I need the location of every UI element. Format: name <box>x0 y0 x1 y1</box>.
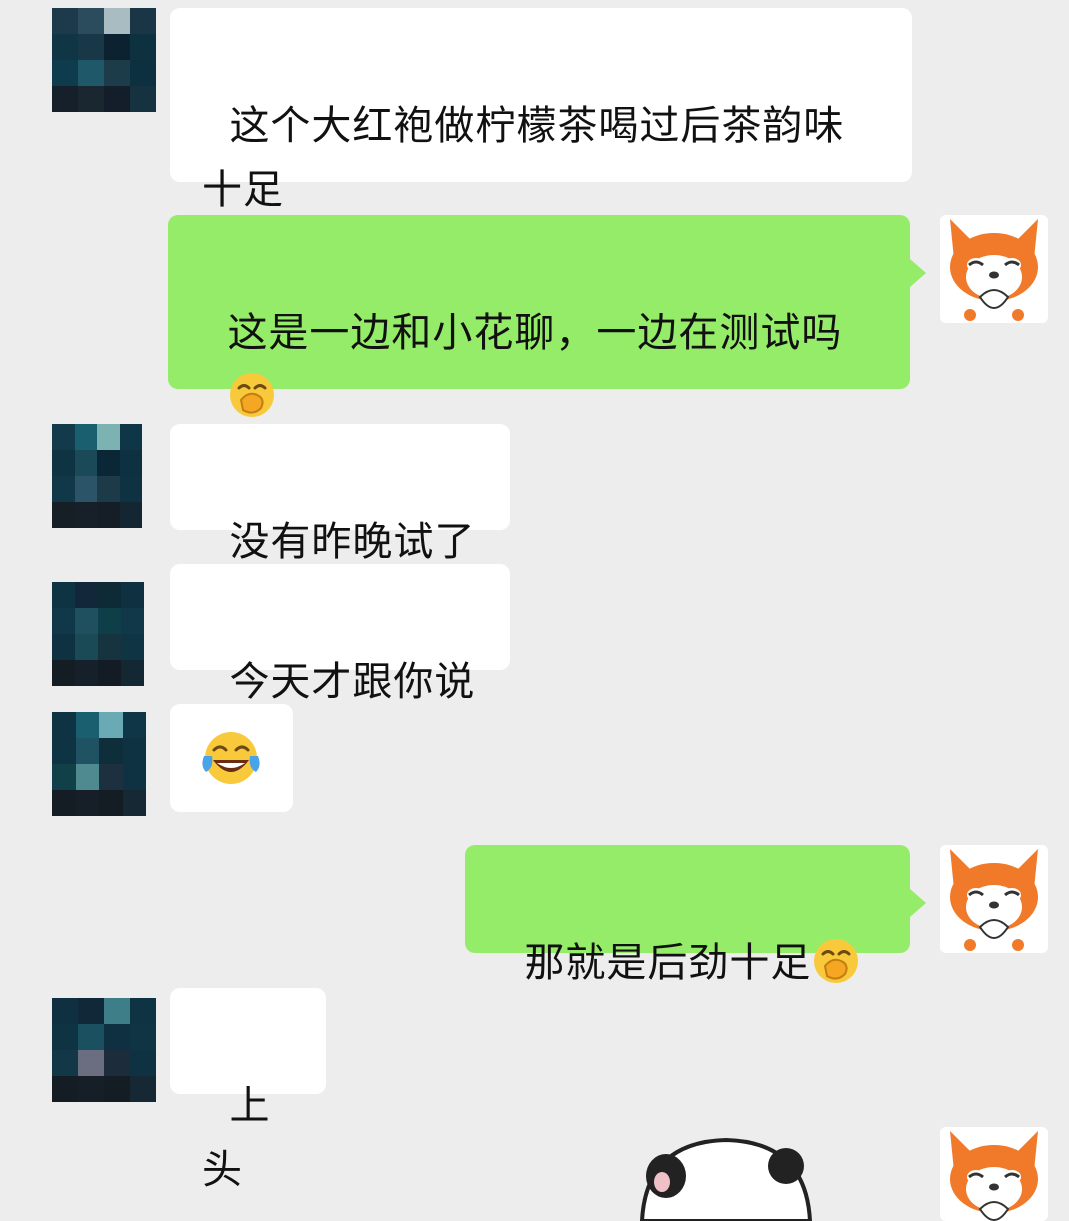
hand-over-mouth-emoji <box>814 939 859 983</box>
message-text: 那就是后劲十足 <box>524 940 812 986</box>
hand-over-mouth-emoji <box>230 373 275 417</box>
fox-icon <box>950 849 1038 951</box>
fox-avatar[interactable] <box>940 1127 1048 1221</box>
message-text: 今天才跟你说 <box>229 659 476 705</box>
message-bubble-outgoing[interactable]: 这是一边和小花聊，一边在测试吗 <box>168 215 926 417</box>
fox-icon <box>950 1131 1038 1221</box>
fox-avatar[interactable] <box>940 845 1048 953</box>
message-bubble-incoming[interactable]: 这个大红袍做柠檬茶喝过后茶韵味十足 <box>170 8 912 213</box>
message-bubble-incoming[interactable] <box>170 704 293 812</box>
contact-avatar[interactable] <box>52 998 156 1102</box>
contact-avatar[interactable] <box>52 582 144 686</box>
panda-sticker[interactable] <box>636 1136 816 1221</box>
message-bubble-incoming[interactable]: 没有昨晚试了 <box>170 424 510 565</box>
message-text: 这是一边和小花聊，一边在测试吗 <box>227 310 843 356</box>
contact-avatar[interactable] <box>52 712 146 816</box>
message-text: 没有昨晚试了 <box>229 519 476 565</box>
message-bubble-incoming[interactable]: 上头 <box>170 988 326 1193</box>
contact-avatar[interactable] <box>52 424 142 528</box>
fox-icon <box>950 219 1038 321</box>
message-bubble-incoming[interactable]: 今天才跟你说 <box>170 564 510 705</box>
contact-avatar[interactable] <box>52 8 156 112</box>
fox-avatar[interactable] <box>940 215 1048 323</box>
tears-of-joy-emoji <box>202 732 260 784</box>
message-text: 这个大红袍做柠檬茶喝过后茶韵味十足 <box>202 103 845 213</box>
message-bubble-outgoing[interactable]: 那就是后劲十足 <box>465 845 926 986</box>
message-text: 上头 <box>202 1083 271 1193</box>
